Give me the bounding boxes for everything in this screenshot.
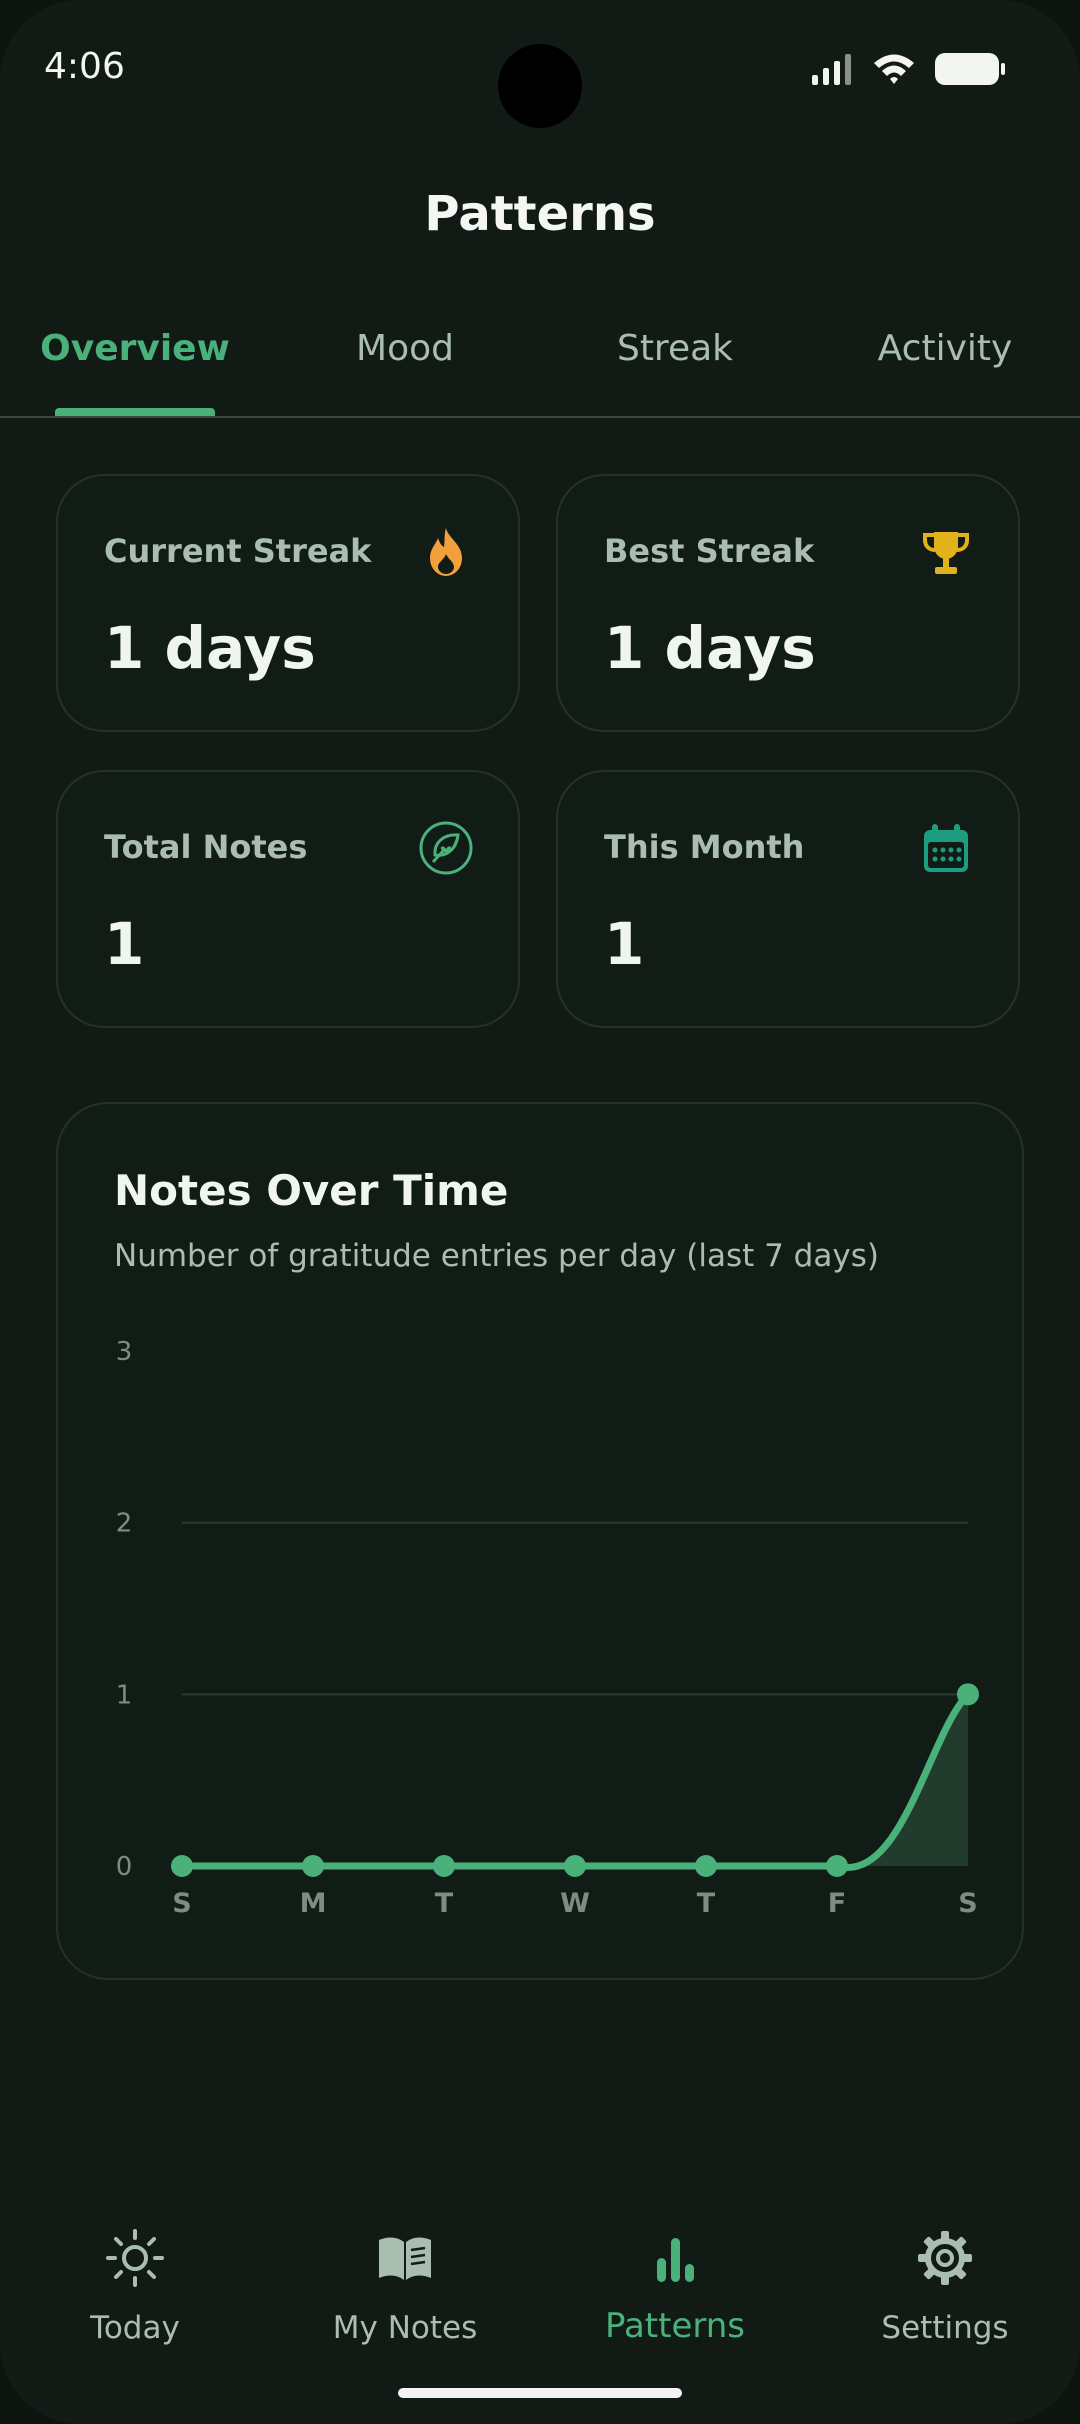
- trophy-icon: [923, 532, 969, 574]
- leaf-heart-icon: [419, 821, 473, 875]
- x-tick-label: F: [828, 1888, 846, 1919]
- x-tick-label: W: [560, 1888, 590, 1919]
- y-tick-label: 1: [116, 1680, 133, 1710]
- data-point: [433, 1855, 455, 1877]
- system-icons: [810, 52, 1006, 86]
- tabs-divider: [0, 416, 1080, 418]
- notes-over-time-card: Notes Over Time Number of gratitude entr…: [56, 1102, 1024, 1980]
- this-month-value: 1: [604, 910, 645, 978]
- tab-overview[interactable]: Overview: [0, 328, 270, 369]
- data-point: [957, 1683, 979, 1706]
- wifi-icon: [874, 54, 914, 84]
- tab-bar: Overview Mood Streak Activity: [0, 320, 1080, 416]
- this-month-label: This Month: [604, 828, 805, 866]
- this-month-card: This Month 1: [556, 770, 1020, 1028]
- x-tick-label: S: [958, 1888, 977, 1919]
- best-streak-label: Best Streak: [604, 532, 815, 570]
- current-streak-label: Current Streak: [104, 532, 372, 570]
- y-tick-label: 2: [116, 1509, 133, 1539]
- nav-patterns-label: Patterns: [604, 2306, 746, 2346]
- tab-streak[interactable]: Streak: [540, 328, 810, 369]
- data-point: [695, 1855, 717, 1877]
- calendar-icon: [924, 824, 968, 872]
- notes-chart: 0 1 2 3 S M T W T F S: [116, 1337, 979, 1919]
- flame-icon: [430, 528, 462, 576]
- series-line: [178, 1690, 972, 1871]
- camera-cutout: [498, 44, 582, 128]
- total-notes-label: Total Notes: [104, 828, 308, 866]
- x-tick-label: T: [697, 1888, 716, 1919]
- x-tick-label: T: [435, 1888, 454, 1919]
- nav-settings[interactable]: Settings: [810, 2200, 1080, 2350]
- best-streak-value: 1 days: [604, 614, 816, 682]
- page-title: Patterns: [424, 186, 656, 242]
- y-tick-label: 0: [116, 1852, 133, 1882]
- y-tick-label: 3: [116, 1337, 133, 1367]
- tab-mood[interactable]: Mood: [270, 328, 540, 369]
- data-point: [171, 1855, 193, 1877]
- total-notes-value: 1: [104, 910, 145, 978]
- nav-patterns[interactable]: Patterns: [540, 2200, 810, 2350]
- bar-chart-icon: [657, 2238, 694, 2282]
- tab-activity[interactable]: Activity: [810, 328, 1080, 369]
- status-time: 4:06: [44, 46, 125, 87]
- x-tick-label: M: [300, 1888, 327, 1919]
- signal-icon: [812, 54, 851, 85]
- x-tick-label: S: [172, 1888, 191, 1919]
- data-point: [564, 1855, 586, 1877]
- home-indicator: [398, 2388, 682, 2398]
- status-bar: 4:06: [0, 0, 1080, 140]
- battery-icon: [935, 53, 1005, 85]
- sun-icon: [106, 2229, 164, 2287]
- book-icon: [379, 2237, 431, 2280]
- nav-my-notes[interactable]: My Notes: [270, 2200, 540, 2350]
- patterns-screen: 4:06 Patterns Overview Mood Streak Activ…: [0, 0, 1080, 2424]
- nav-today-label: Today: [90, 2310, 180, 2346]
- bottom-navigation: Today My Notes Patterns Settings: [0, 2200, 1080, 2380]
- data-point: [826, 1855, 848, 1877]
- nav-my-notes-label: My Notes: [332, 2310, 478, 2346]
- current-streak-value: 1 days: [104, 614, 316, 682]
- gear-icon: [918, 2231, 972, 2285]
- nav-settings-label: Settings: [881, 2310, 1009, 2346]
- data-point: [302, 1855, 324, 1877]
- active-tab-indicator: [55, 408, 215, 416]
- best-streak-card: Best Streak 1 days: [556, 474, 1020, 732]
- total-notes-card: Total Notes 1: [56, 770, 520, 1028]
- current-streak-card: Current Streak 1 days: [56, 474, 520, 732]
- nav-today[interactable]: Today: [0, 2200, 270, 2350]
